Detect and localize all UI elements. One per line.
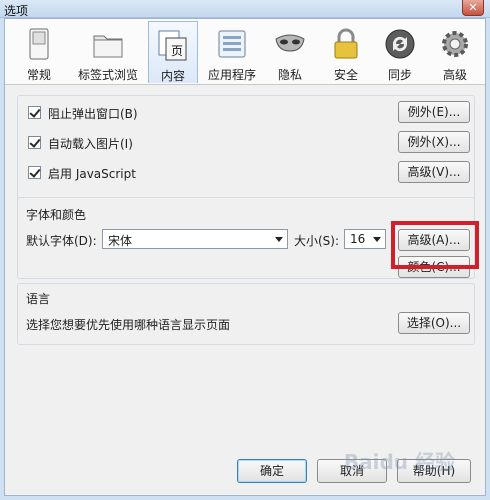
fonts-colors-title: 字体和颜色 — [26, 208, 87, 222]
tab-label: 隐私 — [277, 68, 302, 82]
tab-content[interactable]: 页 内容 — [148, 21, 198, 83]
content-page-icon: 页 — [158, 30, 187, 61]
tab-label: 同步 — [387, 68, 412, 82]
applications-icon — [218, 30, 246, 58]
ok-button[interactable]: 确定 — [237, 459, 307, 483]
watermark: Baidu 经验 — [343, 450, 455, 474]
checkbox-box[interactable] — [28, 166, 41, 179]
font-size-value: 16 — [350, 232, 366, 246]
enable-javascript-checkbox[interactable]: 启用 JavaScript — [28, 164, 328, 182]
chevron-down-icon — [373, 237, 381, 242]
tab-label: 安全 — [333, 68, 358, 82]
language-description: 选择您想要优先使用哪种语言显示页面 — [26, 318, 231, 332]
choose-language-button[interactable]: 选择(O)... — [398, 312, 470, 334]
font-size-select[interactable]: 16 — [344, 229, 386, 249]
category-toolbar: 常规 标签式浏览 页 内容 应用程序 隐私 安全 同步 高级 — [5, 19, 485, 85]
mask-icon — [275, 34, 305, 52]
tab-general[interactable]: 常规 — [9, 21, 69, 83]
default-font-select[interactable]: 宋体 — [102, 229, 288, 249]
language-title: 语言 — [26, 292, 51, 306]
svg-text:页: 页 — [171, 44, 183, 58]
tab-sync[interactable]: 同步 — [375, 21, 425, 83]
tab-label: 应用程序 — [207, 68, 256, 82]
popup-exceptions-button[interactable]: 例外(E)... — [398, 101, 470, 123]
switch-icon — [29, 28, 49, 60]
tab-applications[interactable]: 应用程序 — [201, 21, 263, 83]
font-size-label: 大小(S): — [294, 234, 340, 248]
chevron-down-icon — [275, 237, 283, 242]
tab-label: 内容 — [160, 69, 185, 83]
image-exceptions-button[interactable]: 例外(X)... — [398, 131, 470, 153]
close-button[interactable]: ✕ — [462, 0, 484, 16]
block-popups-checkbox[interactable]: 阻止弹出窗口(B) — [28, 104, 328, 122]
language-group: 语言 选择您想要优先使用哪种语言显示页面 选择(O)... — [17, 283, 475, 345]
default-font-value: 宋体 — [108, 234, 133, 248]
sync-icon — [385, 29, 415, 59]
enable-javascript-label: 启用 JavaScript — [48, 167, 136, 181]
checkbox-box[interactable] — [28, 136, 41, 149]
load-images-checkbox[interactable]: 自动载入图片(I) — [28, 134, 328, 152]
options-dialog: 常规 标签式浏览 页 内容 应用程序 隐私 安全 同步 高级 阻止弹出窗口(B)… — [4, 18, 486, 496]
highlight-box — [391, 221, 479, 269]
block-popups-label: 阻止弹出窗口(B) — [48, 107, 138, 121]
default-font-label: 默认字体(D): — [26, 234, 97, 248]
javascript-advanced-button[interactable]: 高级(V)... — [398, 161, 470, 183]
tab-tabbed-browsing[interactable]: 标签式浏览 — [69, 21, 147, 83]
folder-tabs-icon — [93, 35, 123, 58]
tab-privacy[interactable]: 隐私 — [265, 21, 315, 83]
tab-label: 常规 — [26, 68, 51, 82]
content-group: 阻止弹出窗口(B) 例外(E)... 自动载入图片(I) 例外(X)... 启用… — [17, 95, 475, 205]
window-title: 选项 — [4, 4, 29, 18]
load-images-label: 自动载入图片(I) — [48, 137, 133, 151]
checkbox-box[interactable] — [28, 106, 41, 119]
gear-icon — [442, 31, 468, 57]
tab-security[interactable]: 安全 — [321, 21, 371, 83]
title-bar: 选项 ✕ — [0, 0, 490, 18]
tab-label: 标签式浏览 — [77, 68, 138, 82]
tab-advanced[interactable]: 高级 — [429, 21, 481, 83]
tab-label: 高级 — [442, 68, 467, 82]
padlock-icon — [334, 28, 358, 59]
